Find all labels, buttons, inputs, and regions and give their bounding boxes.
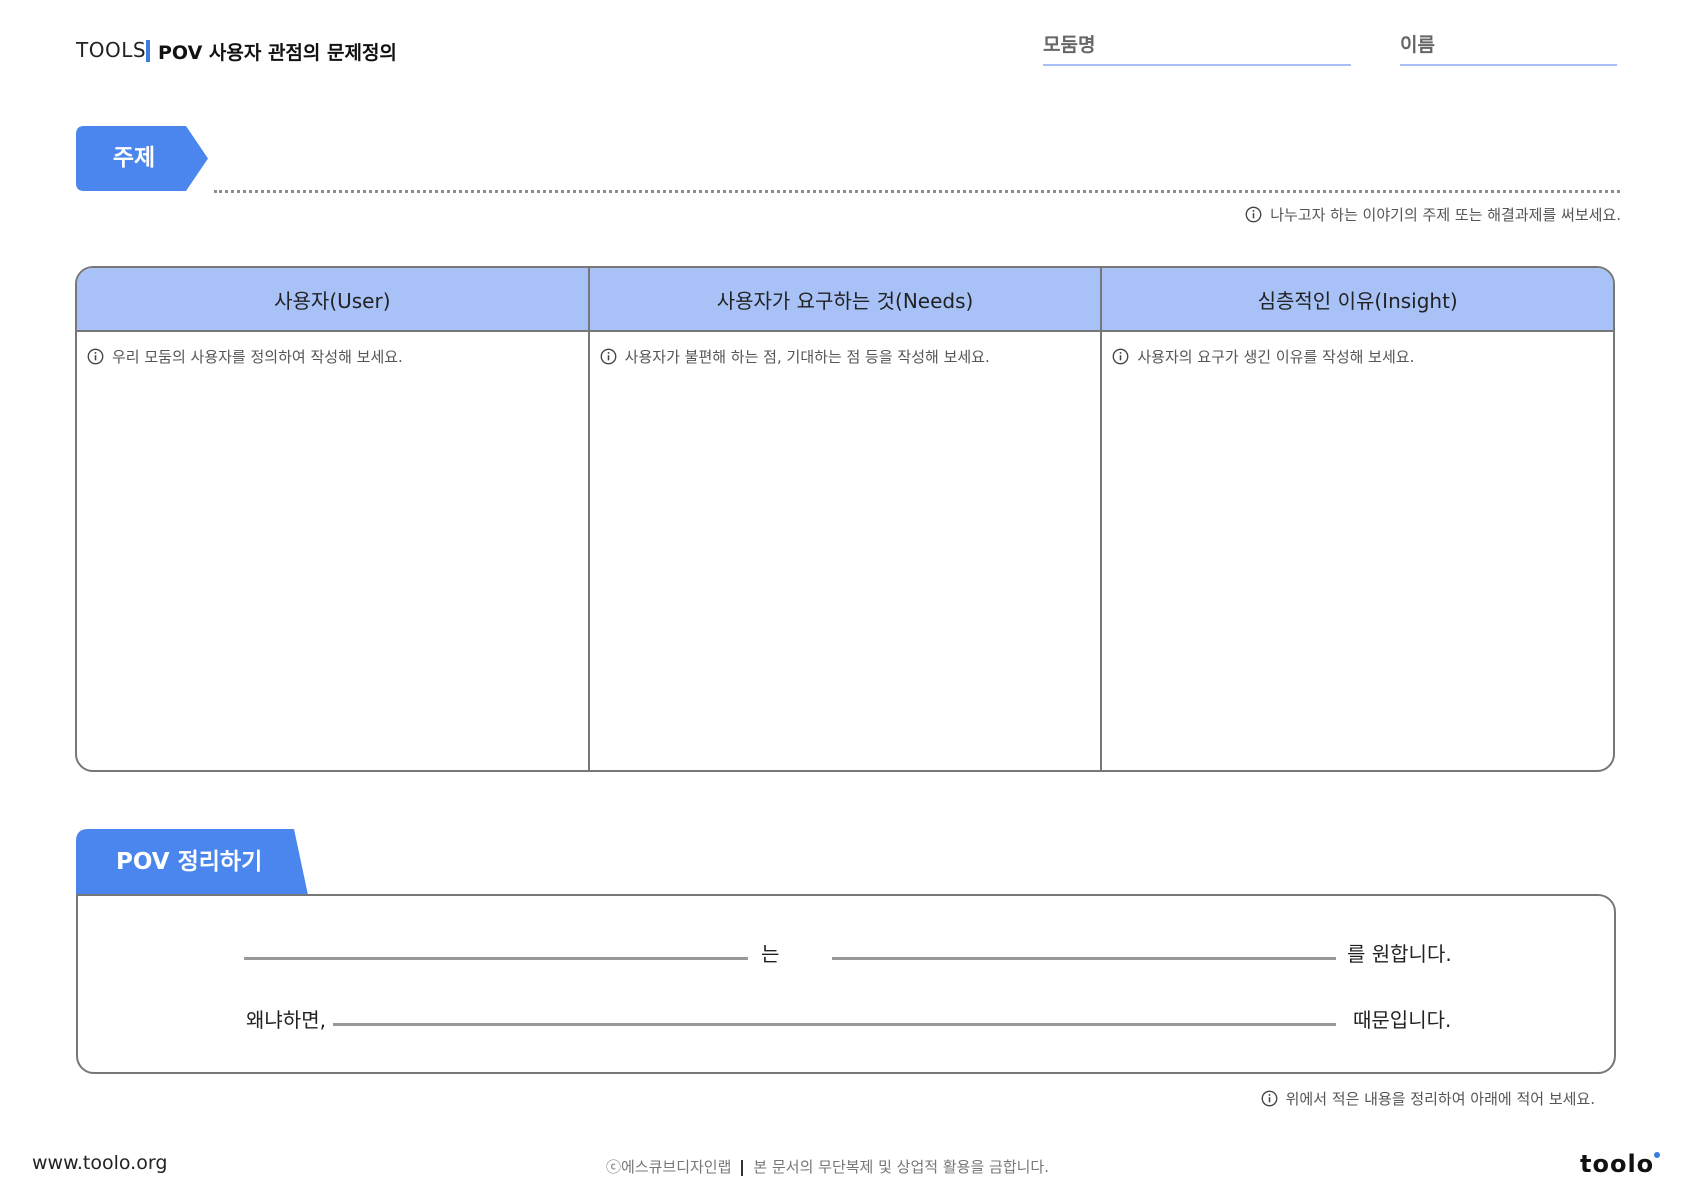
info-icon — [1261, 1090, 1278, 1107]
topic-input-line[interactable] — [214, 190, 1620, 193]
pov-summary-box — [76, 894, 1616, 1074]
page-title: POV 사용자 관점의 문제정의 — [158, 42, 397, 64]
module-name-label: 모둠명 — [1043, 34, 1096, 56]
pov-word-because: 왜냐하면, — [246, 1008, 326, 1032]
insight-column-hint: 사용자의 요구가 생긴 이유를 작성해 보세요. — [1112, 346, 1613, 367]
insight-blank[interactable] — [333, 1023, 1336, 1026]
needs-column-body[interactable]: 사용자가 불편해 하는 점, 기대하는 점 등을 작성해 보세요. — [590, 332, 1101, 770]
name-label: 이름 — [1400, 34, 1435, 56]
logo-text: toolo — [1580, 1150, 1655, 1178]
pov-hint: 위에서 적은 내용을 정리하여 아래에 적어 보세요. — [1261, 1088, 1595, 1109]
needs-column: 사용자가 요구하는 것(Needs) 사용자가 불편해 하는 점, 기대하는 점… — [589, 268, 1103, 770]
pov-word-reason: 때문입니다. — [1353, 1008, 1452, 1032]
info-icon — [600, 348, 617, 365]
notice-text: 본 문서의 무단복제 및 상업적 활용을 금합니다. — [753, 1158, 1049, 1176]
pov-word-neun: 는 — [761, 942, 780, 966]
module-name-field[interactable] — [1043, 64, 1351, 66]
footer-divider — [741, 1159, 744, 1176]
user-column-hint: 우리 모둠의 사용자를 정의하여 작성해 보세요. — [87, 346, 588, 367]
needs-column-header: 사용자가 요구하는 것(Needs) — [589, 268, 1101, 332]
info-icon — [1112, 348, 1129, 365]
topic-hint: 나누고자 하는 이야기의 주제 또는 해결과제를 써보세요. — [1245, 204, 1621, 225]
pov-analysis-table: 사용자(User) 우리 모둠의 사용자를 정의하여 작성해 보세요. 사용자가… — [75, 266, 1615, 772]
user-blank[interactable] — [244, 957, 748, 960]
pov-word-want: 를 원합니다. — [1347, 942, 1452, 966]
pov-tab: POV 정리하기 — [116, 849, 263, 875]
toolo-logo: toolo — [1580, 1150, 1661, 1178]
footer-copyright: ⓒ에스큐브디자인랩 본 문서의 무단복제 및 상업적 활용을 금합니다. — [606, 1156, 1049, 1177]
needs-column-hint: 사용자가 불편해 하는 점, 기대하는 점 등을 작성해 보세요. — [600, 346, 1101, 367]
copyright-text: ⓒ에스큐브디자인랩 — [606, 1158, 732, 1176]
pov-hint-text: 위에서 적은 내용을 정리하여 아래에 적어 보세요. — [1285, 1090, 1595, 1108]
user-column-body[interactable]: 우리 모둠의 사용자를 정의하여 작성해 보세요. — [77, 332, 588, 770]
topic-hint-text: 나누고자 하는 이야기의 주제 또는 해결과제를 써보세요. — [1270, 206, 1621, 224]
insight-column-hint-text: 사용자의 요구가 생긴 이유를 작성해 보세요. — [1137, 348, 1415, 366]
title-divider — [146, 40, 150, 62]
needs-blank[interactable] — [832, 957, 1336, 960]
user-column-header: 사용자(User) — [77, 268, 588, 332]
tools-label: TOOLS — [76, 38, 147, 62]
logo-dot — [1654, 1152, 1661, 1158]
user-column-hint-text: 우리 모둠의 사용자를 정의하여 작성해 보세요. — [112, 348, 403, 366]
insight-column-body[interactable]: 사용자의 요구가 생긴 이유를 작성해 보세요. — [1102, 332, 1613, 770]
info-icon — [1245, 206, 1262, 223]
topic-tag: 주제 — [112, 145, 156, 171]
name-field[interactable] — [1400, 64, 1617, 66]
insight-column-header: 심층적인 이유(Insight) — [1102, 268, 1613, 332]
footer-url: www.toolo.org — [32, 1152, 168, 1174]
info-icon — [87, 348, 104, 365]
needs-column-hint-text: 사용자가 불편해 하는 점, 기대하는 점 등을 작성해 보세요. — [624, 348, 990, 366]
insight-column: 심층적인 이유(Insight) 사용자의 요구가 생긴 이유를 작성해 보세요… — [1102, 268, 1613, 770]
user-column: 사용자(User) 우리 모둠의 사용자를 정의하여 작성해 보세요. — [77, 268, 590, 770]
